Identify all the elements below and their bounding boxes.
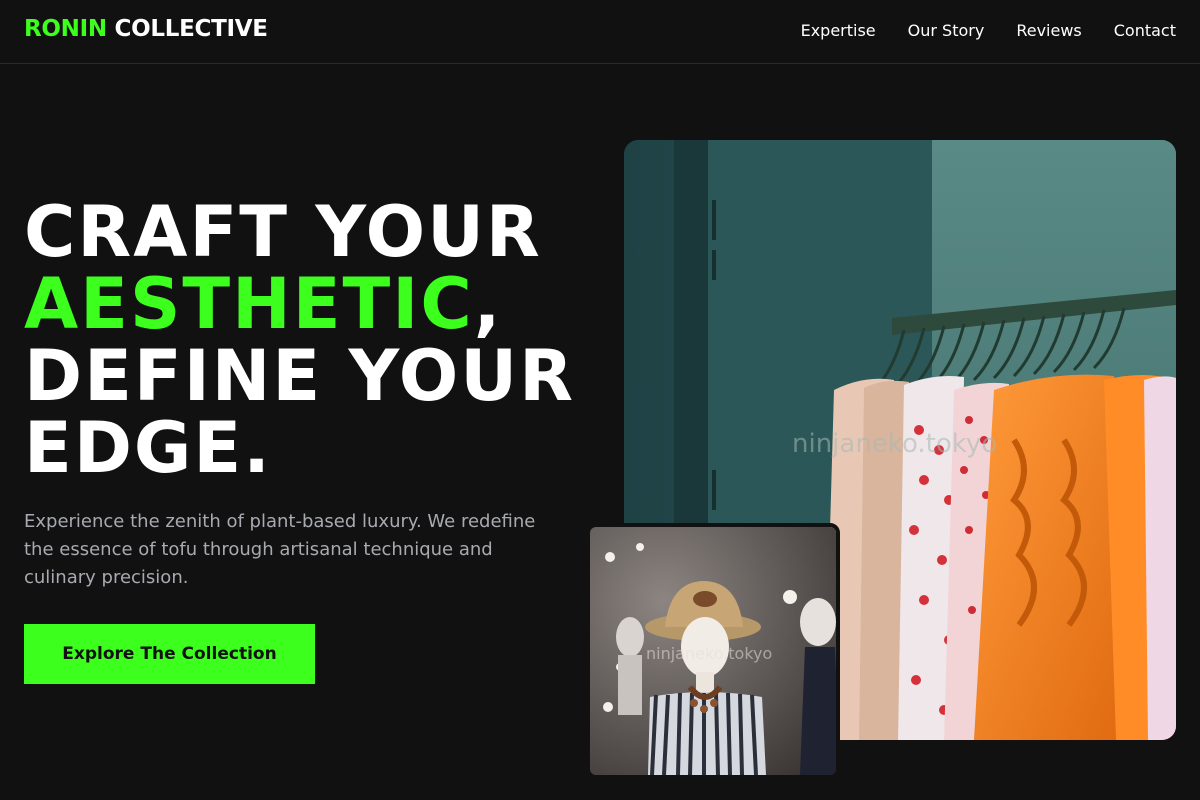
nav-expertise[interactable]: Expertise	[801, 21, 876, 40]
main-nav: Expertise Our Story Reviews Contact	[801, 21, 1176, 40]
mannequin-image: ninjaneko.tokyo	[586, 523, 840, 779]
hero-headline: CRAFT YOUR AESTHETIC, DEFINE YOUR EDGE.	[24, 196, 575, 484]
logo-rest: COLLECTIVE	[114, 16, 268, 42]
hero-description: Experience the zenith of plant-based lux…	[24, 511, 536, 588]
explore-collection-button[interactable]: Explore The Collection	[24, 624, 315, 684]
nav-our-story[interactable]: Our Story	[908, 21, 985, 40]
watermark-main: ninjaneko.tokyo	[792, 429, 997, 459]
headline-line-4: EDGE.	[24, 407, 272, 489]
logo-accent: RONIN	[24, 16, 107, 42]
headline-line-3: DEFINE YOUR	[24, 335, 575, 417]
headline-comma: ,	[473, 263, 503, 345]
nav-contact[interactable]: Contact	[1114, 21, 1176, 40]
headline-line-1: CRAFT YOUR	[24, 191, 542, 273]
nav-reviews[interactable]: Reviews	[1016, 21, 1081, 40]
headline-accent-word: AESTHETIC	[24, 263, 474, 345]
watermark-small: ninjaneko.tokyo	[646, 644, 772, 663]
mannequin-illustration: ninjaneko.tokyo	[590, 527, 836, 775]
site-header: RONIN COLLECTIVE Expertise Our Story Rev…	[0, 0, 1200, 64]
logo[interactable]: RONIN COLLECTIVE	[24, 16, 268, 42]
